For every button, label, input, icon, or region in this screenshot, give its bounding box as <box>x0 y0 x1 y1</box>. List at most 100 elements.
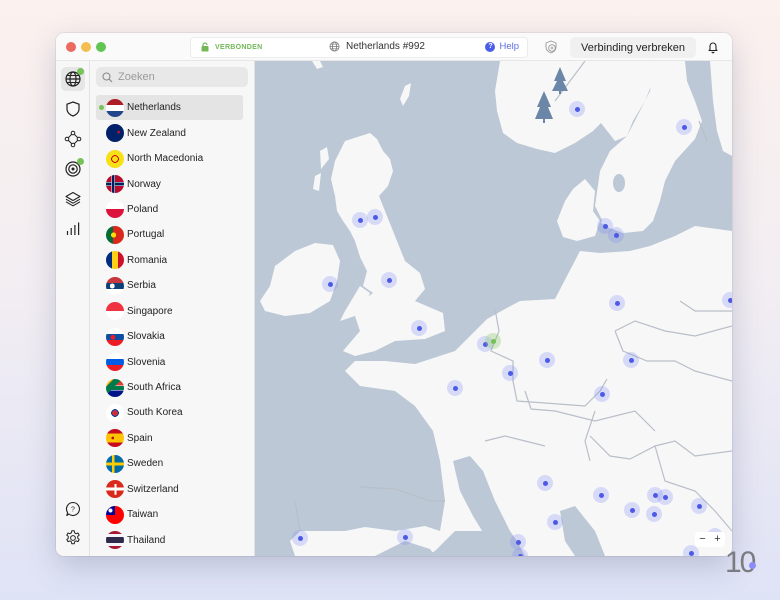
server-pin[interactable] <box>367 209 383 225</box>
country-item[interactable]: South Korea <box>96 400 243 425</box>
server-pin[interactable] <box>322 276 338 292</box>
server-pin[interactable] <box>502 365 518 381</box>
country-item[interactable]: North Macedonia <box>96 146 243 171</box>
server-pin[interactable] <box>547 514 563 530</box>
flag-icon <box>106 505 124 524</box>
server-pin[interactable] <box>352 212 368 228</box>
zoom-out-button[interactable]: − <box>699 534 705 545</box>
country-name: South Korea <box>127 407 183 419</box>
country-item[interactable]: Serbia <box>96 273 243 298</box>
nav-rail: ? <box>56 61 90 556</box>
flag-icon <box>106 302 124 321</box>
map-land <box>260 61 732 556</box>
connected-server-pin[interactable] <box>485 333 501 349</box>
rail-item-settings[interactable] <box>61 526 85 550</box>
server-pin[interactable] <box>447 380 463 396</box>
rail-item-threat-protection[interactable] <box>61 97 85 121</box>
disconnect-button[interactable]: Verbinding verbreken <box>570 37 696 58</box>
server-pin[interactable] <box>609 295 625 311</box>
connection-bar: VERBONDEN Netherlands #992 ? Help <box>190 37 528 58</box>
svg-text:?: ? <box>71 507 75 514</box>
server-pin[interactable] <box>539 352 555 368</box>
country-name: Netherlands <box>127 102 181 114</box>
pause-icon[interactable] <box>543 39 559 55</box>
flag-icon <box>106 225 124 244</box>
country-item[interactable]: Netherlands <box>96 95 243 121</box>
country-item[interactable]: Slovenia <box>96 349 243 374</box>
help-bubble-icon: ? <box>65 501 80 517</box>
server-pin[interactable] <box>722 292 732 308</box>
connection-status: VERBONDEN <box>201 42 262 52</box>
bar-chart-icon <box>66 222 80 235</box>
flag-icon <box>106 124 124 143</box>
minimize-window-button[interactable] <box>81 42 91 52</box>
country-item[interactable]: Thailand <box>96 527 243 552</box>
server-map[interactable]: − + <box>255 61 732 556</box>
country-item[interactable]: Spain <box>96 426 243 451</box>
bell-icon[interactable] <box>707 40 719 54</box>
country-name: Sweden <box>127 458 164 470</box>
help-link[interactable]: ? Help <box>485 41 519 52</box>
flag-icon <box>106 378 124 397</box>
gear-icon <box>66 530 80 545</box>
server-pin[interactable] <box>594 386 610 402</box>
country-item[interactable]: South Africa <box>96 375 243 400</box>
flag-icon <box>106 200 124 219</box>
server-pin[interactable] <box>646 506 662 522</box>
server-pin[interactable] <box>381 272 397 288</box>
rail-item-meshnet[interactable] <box>61 127 85 151</box>
country-item[interactable]: Sweden <box>96 451 243 476</box>
brand-logo-dot <box>749 562 756 569</box>
lock-icon <box>201 42 209 52</box>
flag-icon <box>106 480 124 499</box>
maximize-window-button[interactable] <box>96 42 106 52</box>
globe-icon <box>329 41 340 52</box>
country-name: Romania <box>127 254 168 266</box>
server-pin[interactable] <box>657 489 673 505</box>
title-bar: VERBONDEN Netherlands #992 ? Help Verbin… <box>56 33 732 61</box>
country-item[interactable]: Norway <box>96 171 243 196</box>
country-item[interactable]: Singapore <box>96 299 243 324</box>
country-name: Slovakia <box>127 331 165 343</box>
server-pin[interactable] <box>691 498 707 514</box>
country-list: Netherlands New Zealand North Macedonia Nor… <box>96 95 243 553</box>
meshnet-icon <box>64 130 82 148</box>
server-pin[interactable] <box>411 320 427 336</box>
server-pin[interactable] <box>608 227 624 243</box>
flag-icon <box>106 251 124 270</box>
server-pin[interactable] <box>569 101 585 117</box>
server-pin[interactable] <box>292 530 308 546</box>
search-input[interactable] <box>118 71 238 83</box>
country-name: Norway <box>127 178 161 190</box>
server-info: Netherlands #992 <box>329 41 425 52</box>
country-name: Taiwan <box>127 509 159 521</box>
country-item[interactable]: Slovakia <box>96 324 243 349</box>
question-icon: ? <box>485 41 496 52</box>
country-item[interactable]: Portugal <box>96 222 243 247</box>
search-box[interactable] <box>96 67 248 87</box>
app-window: VERBONDEN Netherlands #992 ? Help Verbin… <box>56 33 732 556</box>
country-name: Portugal <box>127 229 165 241</box>
shield-icon <box>66 101 80 117</box>
rail-item-countries[interactable] <box>61 67 85 91</box>
country-item[interactable]: Poland <box>96 197 243 222</box>
connected-badge <box>77 68 84 75</box>
rail-item-statistics[interactable] <box>61 217 85 241</box>
rail-item-specialty[interactable] <box>61 157 85 181</box>
zoom-in-button[interactable]: + <box>714 534 720 545</box>
rail-item-layers[interactable] <box>61 187 85 211</box>
server-pin[interactable] <box>624 502 640 518</box>
close-window-button[interactable] <box>66 42 76 52</box>
country-item[interactable]: Taiwan <box>96 502 243 527</box>
server-pin[interactable] <box>593 487 609 503</box>
server-pin[interactable] <box>676 119 692 135</box>
flag-icon <box>106 403 124 422</box>
country-item[interactable]: Switzerland <box>96 477 243 502</box>
rail-item-support[interactable]: ? <box>61 497 85 521</box>
server-pin[interactable] <box>623 352 639 368</box>
country-item[interactable]: Romania <box>96 248 243 273</box>
country-name: North Macedonia <box>127 153 204 165</box>
country-item[interactable]: New Zealand <box>96 120 243 145</box>
server-pin[interactable] <box>397 529 413 545</box>
server-pin[interactable] <box>537 475 553 491</box>
